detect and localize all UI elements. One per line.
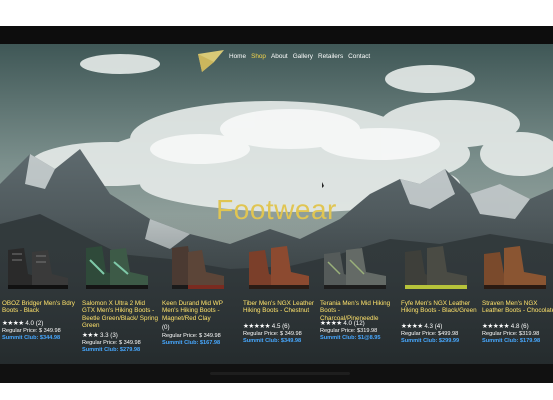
boot-image-icon[interactable] (2, 240, 72, 292)
device-frame: Home Shop About Gallery Retailers Contac… (0, 26, 553, 383)
product-name[interactable]: Salomon X Ultra 2 Mid GTX Men's Hiking B… (82, 300, 158, 330)
page-title: Footwear (216, 194, 337, 225)
nav-contact[interactable]: Contact (348, 53, 370, 60)
main-navigation: Home Shop About Gallery Retailers Contac… (229, 53, 370, 60)
club-price: Summit Club: $1@8.95 (320, 335, 381, 341)
rating-value: 3.3 (3) (99, 332, 118, 339)
product-card[interactable]: Straven Men's NGX Leather Boots - Chocol… (482, 240, 553, 380)
regular-price: Regular Price: $319.98 (320, 328, 378, 334)
device-bottom-bezel (0, 364, 553, 383)
club-price: Summit Club: $299.99 (401, 338, 460, 344)
site-logo-icon[interactable] (196, 48, 226, 76)
nav-shop[interactable]: Shop (251, 53, 266, 60)
rating-value: 4.3 (4) (424, 323, 443, 330)
rating-stars-icon: ★★★★ (401, 323, 423, 330)
product-card[interactable]: Salomon X Ultra 2 Mid GTX Men's Hiking B… (82, 240, 162, 380)
boot-image-icon[interactable] (320, 240, 390, 292)
product-name[interactable]: Straven Men's NGX Leather Boots - Chocol… (482, 300, 553, 315)
product-name[interactable]: Fyfe Men's NGX Leather Hiking Boots - Bl… (401, 300, 477, 315)
product-name[interactable]: OBOZ Bridger Men's Bdry Boots - Black (2, 300, 78, 315)
product-rating: ★★★★★ 4.8 (6) (482, 322, 529, 330)
regular-price: Regular Price: $499.98 (401, 331, 459, 337)
boot-image-icon[interactable] (401, 240, 471, 292)
product-rating: ★★★★ 4.0 (2) (2, 319, 43, 327)
device-top-bezel (0, 26, 553, 44)
rating-stars-icon: ★★★★ (320, 320, 342, 327)
product-card[interactable]: Fyfe Men's NGX Leather Hiking Boots - Bl… (401, 240, 481, 380)
nav-retailers[interactable]: Retailers (318, 53, 343, 60)
product-card[interactable]: Terania Men's Mid Hiking Boots - Charcoa… (320, 240, 400, 380)
product-rating: ★★★★★ 4.5 (6) (243, 322, 290, 330)
product-name[interactable]: Keen Durand Mid WP Men's Hiking Boots - … (162, 300, 238, 322)
boot-image-icon[interactable] (82, 240, 152, 292)
club-price: Summit Club: $349.98 (243, 338, 302, 344)
club-price: Summit Club: $279.98 (82, 347, 141, 353)
club-price: Summit Club: $167.98 (162, 340, 221, 346)
nav-home[interactable]: Home (229, 53, 246, 60)
product-rating: (0) (162, 324, 170, 331)
rating-value: (0) (162, 324, 170, 331)
boot-image-icon[interactable] (243, 240, 313, 292)
regular-price: Regular Price: $ 349.98 (243, 331, 302, 337)
product-rating: ★★★★ 4.0 (12) (320, 319, 365, 327)
club-price: Summit Club: $179.98 (482, 338, 541, 344)
product-name[interactable]: Tiber Men's NGX Leather Hiking Boots - C… (243, 300, 319, 315)
boot-image-icon[interactable] (482, 240, 552, 292)
rating-stars-icon: ★★★ (82, 332, 99, 339)
product-grid: OBOZ Bridger Men's Bdry Boots - Black ★★… (0, 240, 553, 380)
product-card[interactable]: Keen Durand Mid WP Men's Hiking Boots - … (162, 240, 242, 380)
product-card[interactable]: Tiber Men's NGX Leather Hiking Boots - C… (243, 240, 323, 380)
regular-price: Regular Price: $ 349.98 (162, 333, 221, 339)
rating-value: 4.0 (12) (343, 320, 365, 327)
regular-price: Regular Price: $319.98 (482, 331, 540, 337)
home-indicator (210, 372, 350, 375)
rating-stars-icon: ★★★★★ (482, 323, 510, 330)
regular-price: Regular Price: $ 349.98 (82, 340, 141, 346)
rating-stars-icon: ★★★★ (2, 320, 24, 327)
nav-gallery[interactable]: Gallery (293, 53, 313, 60)
rating-value: 4.5 (6) (271, 323, 290, 330)
website-screen: Home Shop About Gallery Retailers Contac… (0, 44, 553, 382)
boot-image-icon[interactable] (162, 240, 232, 292)
club-price: Summit Club: $344.98 (2, 335, 61, 341)
rating-value: 4.0 (2) (25, 320, 44, 327)
product-rating: ★★★ 3.3 (3) (82, 331, 118, 339)
nav-about[interactable]: About (271, 53, 288, 60)
regular-price: Regular Price: $ 349.98 (2, 328, 61, 334)
product-card[interactable]: OBOZ Bridger Men's Bdry Boots - Black ★★… (2, 240, 82, 380)
product-rating: ★★★★ 4.3 (4) (401, 322, 442, 330)
rating-value: 4.8 (6) (510, 323, 529, 330)
rating-stars-icon: ★★★★★ (243, 323, 271, 330)
